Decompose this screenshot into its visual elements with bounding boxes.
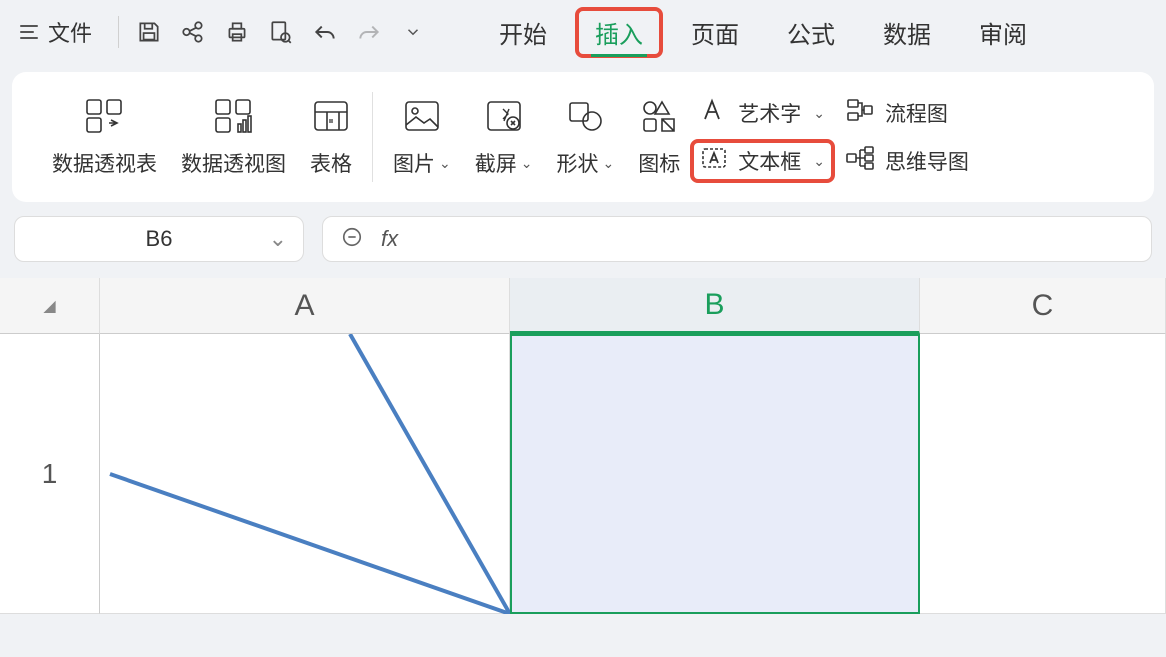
pivot-table-icon	[85, 96, 125, 136]
cell-c1[interactable]	[920, 334, 1166, 614]
cell-b1[interactable]	[510, 334, 920, 614]
print-icon[interactable]	[215, 10, 259, 54]
pivot-table-button[interactable]: 数据透视表	[52, 96, 157, 178]
column-headers: ◢ A B C	[0, 278, 1166, 334]
ribbon-group-illustrations: 图片⌄ 截屏⌄ 形状⌄	[393, 96, 680, 178]
menubar: 文件 开始	[0, 0, 1166, 64]
chevron-down-icon: ⌄	[521, 155, 533, 172]
tab-home[interactable]: 开始	[495, 9, 551, 56]
tab-page[interactable]: 页面	[687, 9, 743, 56]
column-header-c[interactable]: C	[920, 278, 1166, 334]
textbox-label: 文本框	[738, 146, 801, 176]
tab-insert[interactable]: 插入	[591, 16, 647, 55]
print-preview-icon[interactable]	[259, 10, 303, 54]
formula-bar: B6 ⌄ fx	[0, 210, 1166, 268]
chevron-down-icon: ⌄	[602, 155, 614, 172]
ribbon-group-diagrams: 流程图 思维导图	[845, 97, 969, 177]
spreadsheet-grid: ◢ A B C 1	[0, 278, 1166, 614]
textbox-button[interactable]: 文本框 ⌄	[700, 145, 825, 177]
ribbon-group-text: 艺术字 ⌄ 文本框 ⌄	[700, 97, 825, 177]
chevron-down-icon[interactable]: ⌄	[269, 226, 287, 252]
flowchart-icon	[845, 97, 875, 129]
highlight-insert-tab: 插入	[575, 7, 663, 58]
mindmap-label: 思维导图	[885, 146, 969, 176]
name-box[interactable]: B6 ⌄	[14, 216, 304, 262]
divider	[118, 16, 119, 48]
pivot-chart-icon	[214, 96, 254, 136]
cancel-formula-icon[interactable]	[341, 226, 363, 253]
mindmap-button[interactable]: 思维导图	[845, 145, 969, 177]
textbox-icon	[700, 145, 728, 177]
undo-icon[interactable]	[303, 10, 347, 54]
file-menu[interactable]: 文件	[48, 16, 92, 48]
chevron-down-icon: ⌄	[439, 155, 451, 172]
shapes-button[interactable]: 形状⌄	[556, 96, 614, 178]
ribbon: 数据透视表 数据透视图 表格	[12, 72, 1154, 202]
more-icon[interactable]	[391, 10, 435, 54]
icons-icon	[640, 96, 678, 136]
flowchart-label: 流程图	[885, 98, 948, 128]
chevron-down-icon: ⌄	[813, 105, 825, 122]
flowchart-button[interactable]: 流程图	[845, 97, 969, 129]
shapes-label: 形状	[556, 148, 598, 178]
hamburger-icon[interactable]	[20, 25, 38, 39]
fx-label[interactable]: fx	[381, 226, 398, 252]
chevron-down-icon: ⌄	[813, 153, 825, 170]
wordart-label: 艺术字	[738, 98, 801, 128]
ribbon-tabs: 开始 插入 页面 公式 数据 审阅	[495, 9, 1031, 56]
namebox-value: B6	[146, 226, 173, 252]
table-icon	[311, 96, 351, 136]
redo-icon[interactable]	[347, 10, 391, 54]
mindmap-icon	[845, 145, 875, 177]
shapes-icon	[566, 96, 604, 136]
table-button[interactable]: 表格	[310, 96, 352, 178]
screenshot-button[interactable]: 截屏⌄	[475, 96, 533, 178]
save-icon[interactable]	[127, 10, 171, 54]
pivot-chart-label: 数据透视图	[181, 148, 286, 178]
select-all-corner[interactable]: ◢	[0, 278, 100, 334]
formula-input[interactable]: fx	[322, 216, 1152, 262]
picture-button[interactable]: 图片⌄	[393, 96, 451, 178]
picture-label: 图片	[393, 148, 435, 178]
screenshot-label: 截屏	[475, 148, 517, 178]
screenshot-icon	[485, 96, 523, 136]
tab-formula[interactable]: 公式	[783, 9, 839, 56]
ribbon-divider	[372, 92, 373, 182]
column-header-b[interactable]: B	[510, 278, 920, 334]
tab-data[interactable]: 数据	[879, 9, 935, 56]
pivot-table-label: 数据透视表	[52, 148, 157, 178]
picture-icon	[403, 96, 441, 136]
pivot-chart-button[interactable]: 数据透视图	[181, 96, 286, 178]
wordart-icon	[700, 97, 728, 129]
row-header-1[interactable]: 1	[0, 334, 100, 614]
grid-row-1: 1	[0, 334, 1166, 614]
icons-button[interactable]: 图标	[638, 96, 680, 178]
share-icon[interactable]	[171, 10, 215, 54]
cell-a1[interactable]	[100, 334, 510, 614]
icons-label: 图标	[638, 148, 680, 178]
highlight-textbox: 文本框 ⌄	[690, 139, 835, 183]
column-header-a[interactable]: A	[100, 278, 510, 334]
table-label: 表格	[310, 148, 352, 178]
ribbon-group-tables: 数据透视表 数据透视图 表格	[52, 96, 352, 178]
wordart-button[interactable]: 艺术字 ⌄	[700, 97, 825, 129]
tab-review[interactable]: 审阅	[975, 9, 1031, 56]
